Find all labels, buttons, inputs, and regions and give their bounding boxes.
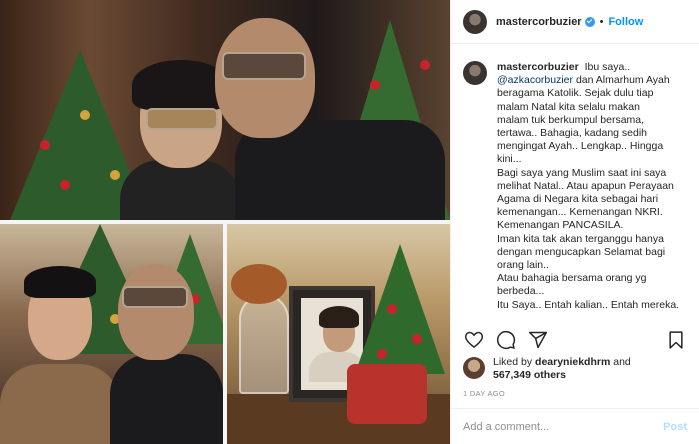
comments-section[interactable]: mastercorbuzier Ibu saya.. @azkacorbuzie… (451, 45, 699, 315)
sunglasses (122, 286, 188, 308)
share-icon[interactable] (527, 329, 549, 351)
caption-line: dan Almarhum Ayah (573, 74, 670, 87)
follow-button[interactable]: Follow (608, 16, 643, 28)
gift-pot (347, 364, 427, 424)
ornament (387, 304, 397, 314)
caption-line: berbeda... (497, 285, 545, 298)
caption-text: mastercorbuzier Ibu saya.. @azkacorbuzie… (497, 61, 679, 312)
ornament (110, 170, 120, 180)
likes-text: Liked by dearyniekdhrm and 567,349 other… (493, 356, 631, 382)
likes-summary: Liked by dearyniekdhrm and 567,349 other… (463, 356, 687, 382)
person-man-body (110, 354, 223, 444)
caption-line: Ibu saya.. (584, 61, 631, 73)
caption-line: malam tuk berkumpul bersama, (497, 113, 645, 126)
caption-line: mengingat Ayah.. Lengkap.. Hingga (497, 140, 664, 153)
person-woman-body (120, 160, 240, 220)
liker-username-link[interactable]: dearyniekdhrm (535, 356, 610, 368)
caption-line: @azkacorbuzier dan Almarhum Ayah (497, 74, 679, 87)
photo-top (0, 0, 450, 220)
ornament (40, 140, 50, 150)
caption-line: Agama di Negara kita sebagai hari (497, 193, 659, 206)
photo-bottom-right (227, 224, 450, 444)
verified-badge-icon (584, 16, 595, 27)
caption-line: mastercorbuzier Ibu saya.. (497, 61, 679, 74)
post-sidebar: mastercorbuzier • Follow mastercorbuzier… (450, 0, 699, 444)
liker-avatar[interactable] (463, 357, 485, 379)
post-media[interactable] (0, 0, 450, 444)
caption: mastercorbuzier Ibu saya.. @azkacorbuzie… (463, 61, 687, 312)
action-bar (463, 326, 687, 354)
caption-line: Itu Saya.. Entah kalian.. Entah mereka. (497, 298, 680, 311)
ornament (420, 60, 430, 70)
portrait-hair (319, 306, 359, 328)
comment-icon[interactable] (495, 329, 517, 351)
ornament (80, 110, 90, 120)
caption-line: kini... (497, 153, 522, 166)
heart-icon[interactable] (463, 329, 485, 351)
avatar[interactable] (463, 61, 487, 85)
caption-line: malam Natal kita selalu makan (497, 100, 640, 113)
flower-ball (231, 264, 287, 304)
liked-by-and: and (613, 356, 631, 368)
person-young-body (0, 364, 120, 444)
post-timestamp[interactable]: 1 DAY AGO (463, 389, 505, 398)
ornament (60, 180, 70, 190)
comment-input[interactable] (463, 420, 664, 433)
mention-link[interactable]: @azkacorbuzier (497, 74, 573, 86)
post-header: mastercorbuzier • Follow (451, 0, 699, 44)
sunglasses (146, 108, 218, 130)
post-comment-button[interactable]: Post (663, 421, 687, 433)
caption-line: Bagi saya yang Muslim saat ini saya (497, 166, 667, 179)
caption-line: melihat Natal.. Atau apapun Perayaan (497, 179, 674, 192)
caption-line: Kemenangan PANCASILA. (497, 219, 624, 232)
caption-username-link[interactable]: mastercorbuzier (497, 61, 579, 73)
separator-dot: • (599, 15, 604, 28)
ornament (370, 80, 380, 90)
comment-form: Post (451, 408, 699, 444)
liked-by-prefix: Liked by (493, 356, 533, 368)
sunglasses (222, 52, 306, 80)
avatar[interactable] (463, 9, 487, 34)
caption-line: dengan mengucapkan Selamat bagi (497, 245, 666, 258)
christmas-tree (355, 244, 445, 374)
glass-dome (239, 294, 289, 394)
username-link[interactable]: mastercorbuzier (496, 16, 582, 28)
bookmark-icon[interactable] (665, 329, 687, 351)
caption-line: tertawa.. Bahagia, kadang sedih (497, 127, 648, 140)
ornament (412, 334, 422, 344)
caption-line: Iman kita tak akan terganggu hanya (497, 232, 664, 245)
caption-line: beragama Katolik. Sejak dulu tiap (497, 87, 654, 100)
caption-line: Atau bahagia bersama orang yg (497, 272, 647, 285)
person-young-hair (24, 266, 96, 298)
photo-bottom-left (0, 224, 223, 444)
ornament (377, 349, 387, 359)
caption-line: kemenangan... Kemenangan NKRI. (497, 206, 663, 219)
likes-count-link[interactable]: 567,349 others (493, 369, 566, 381)
person-man-face (118, 264, 194, 360)
caption-line: orang lain.. (497, 259, 549, 272)
